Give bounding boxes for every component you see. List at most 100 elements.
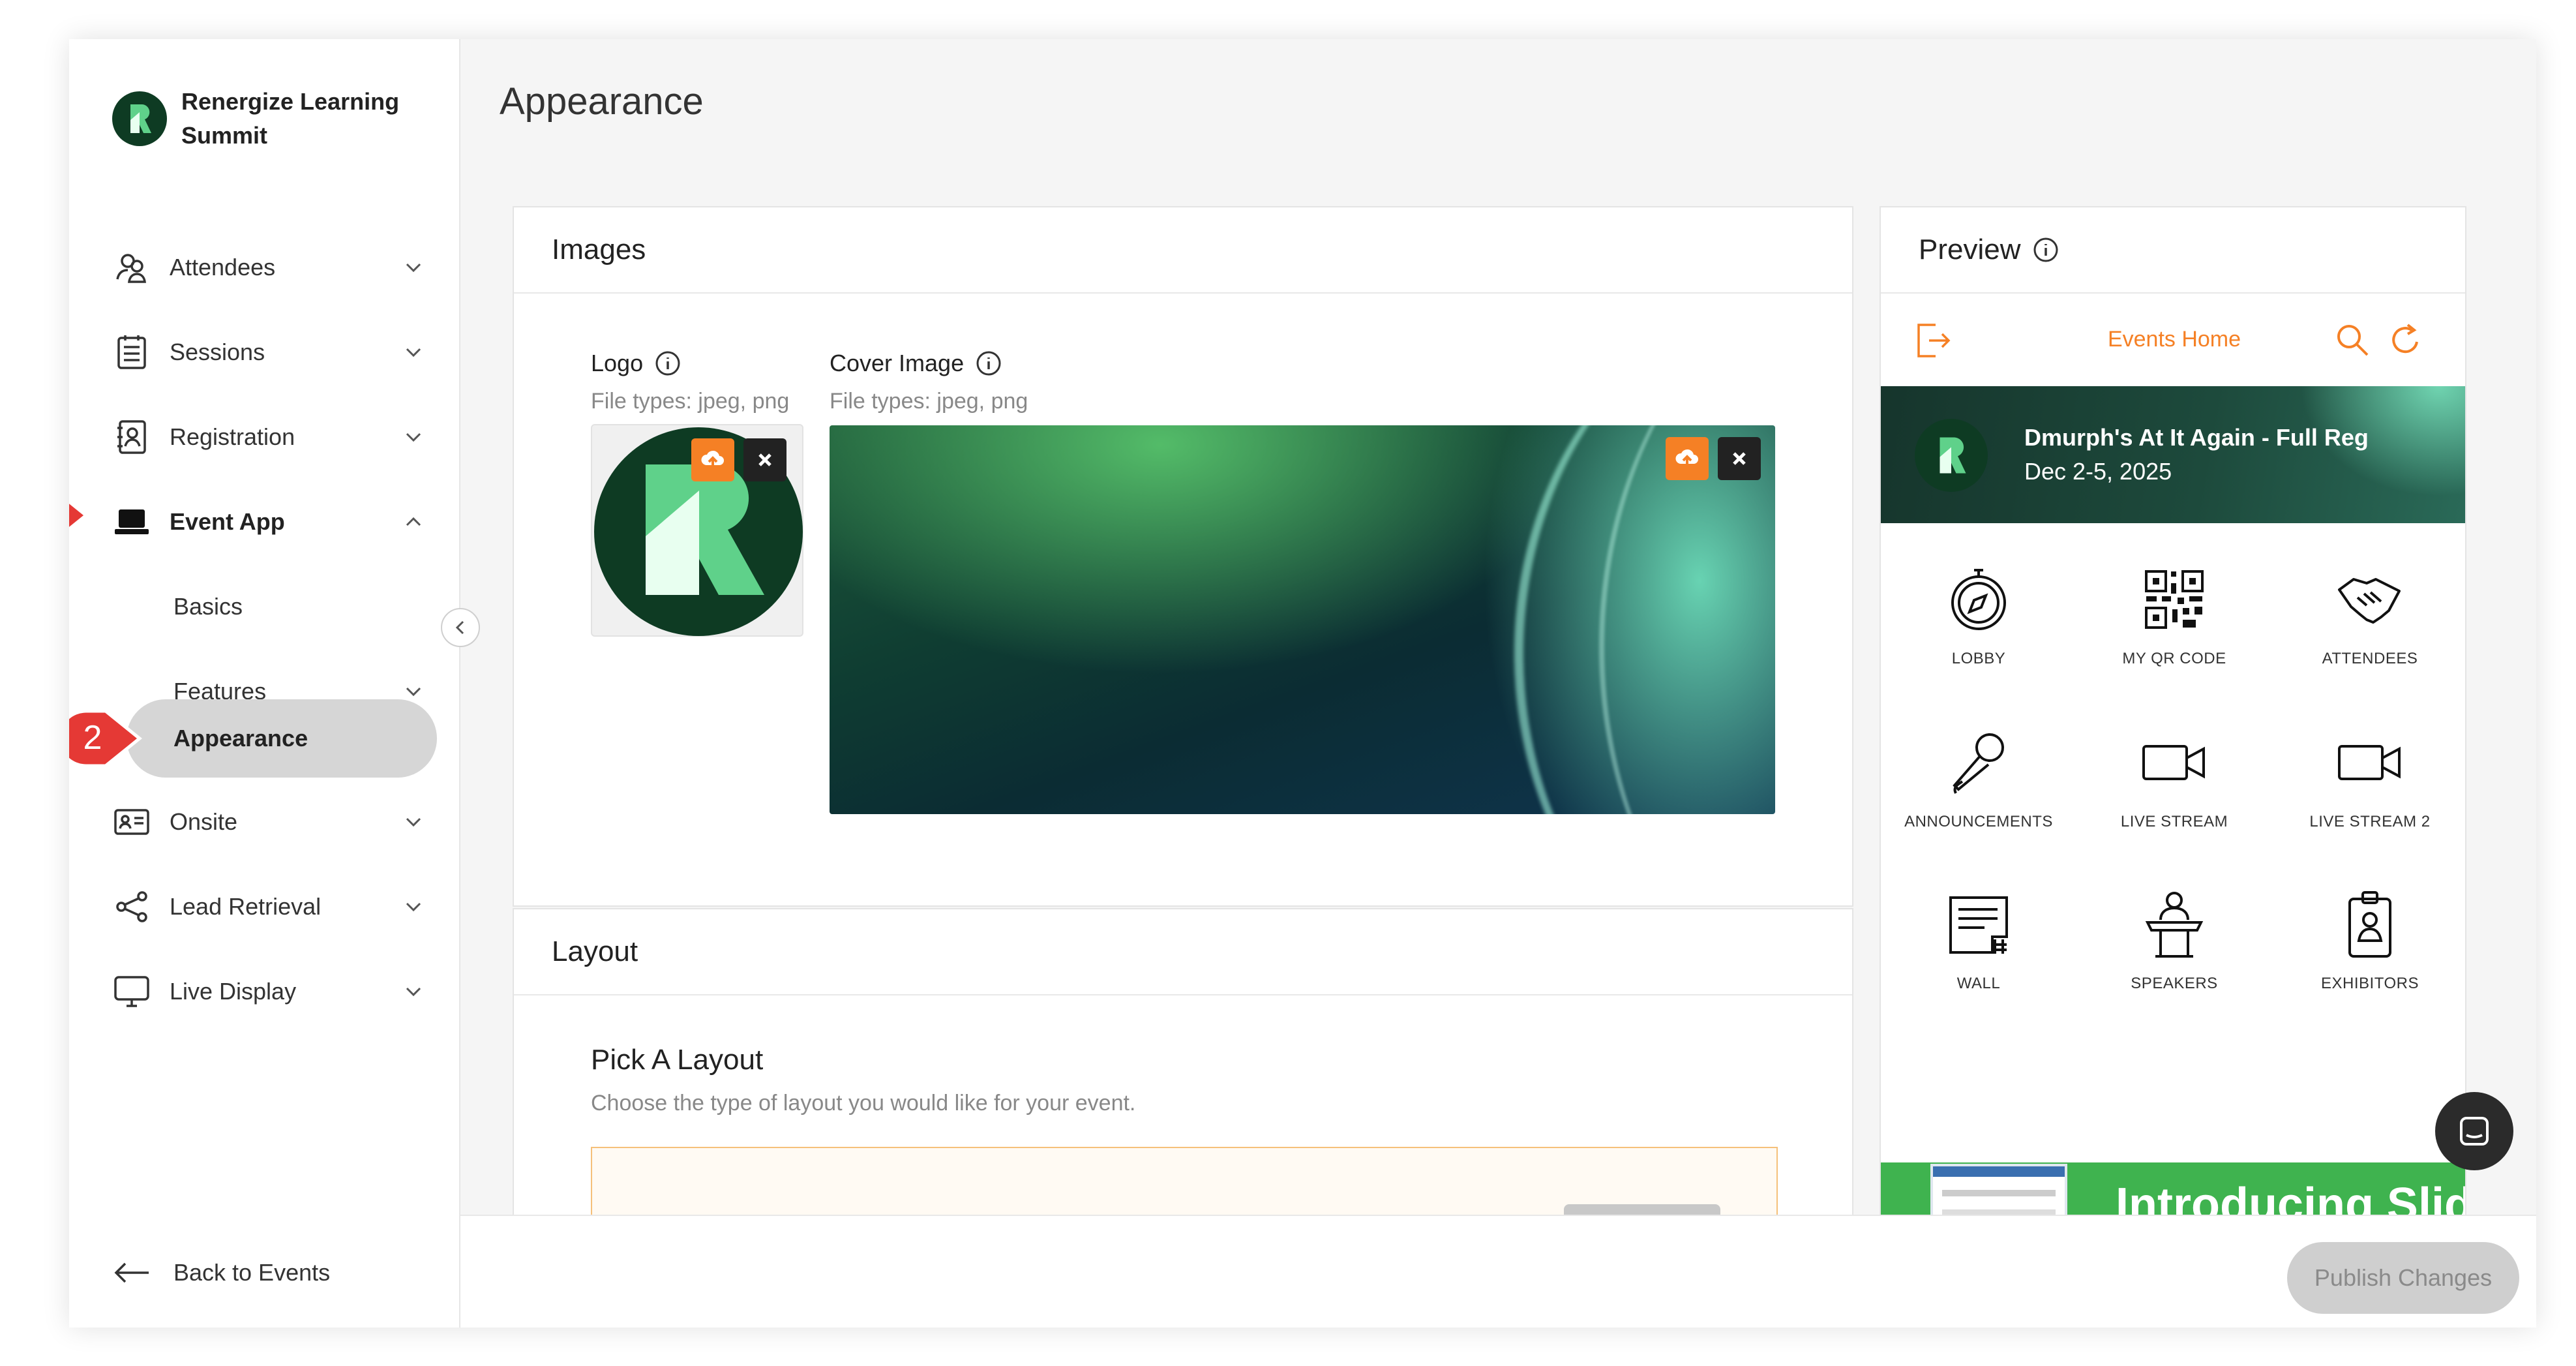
cover-image-label: Cover Image: [830, 350, 1002, 377]
chevron-down-icon[interactable]: [402, 341, 425, 364]
chat-icon: [2460, 1117, 2489, 1146]
preview-heading-text: Preview: [1919, 234, 2021, 266]
sidebar-subitem-appearance[interactable]: Appearance: [173, 712, 308, 765]
pick-layout-subtitle: Choose the type of layout you would like…: [591, 1091, 1136, 1116]
monitor-icon: [112, 972, 151, 1011]
share-icon: [112, 887, 151, 926]
sidebar-item-registration[interactable]: Registration: [112, 411, 425, 463]
layout-card-heading: Layout: [514, 909, 1852, 995]
step-badge-2: 2: [69, 709, 142, 768]
sidebar-item-event-app[interactable]: Event App: [112, 496, 425, 548]
publish-changes-button[interactable]: Publish Changes: [2287, 1242, 2519, 1314]
sidebar: Renergize Learning Summit Attendees Sess…: [69, 39, 460, 1328]
upload-cover-button[interactable]: [1666, 437, 1709, 480]
tile-my-qr-code[interactable]: MY QR CODE: [2076, 564, 2272, 714]
info-icon[interactable]: [976, 350, 1002, 376]
logo-label-text: Logo: [591, 350, 644, 376]
brand-name: Renergize Learning Summit: [181, 88, 400, 149]
cover-file-types: File types: jpeg, png: [830, 389, 1028, 414]
back-to-events-label: Back to Events: [173, 1259, 331, 1286]
tile-wall[interactable]: WALL: [1881, 888, 2076, 1039]
cloud-upload-icon: [701, 450, 724, 468]
tile-label: WALL: [1956, 975, 2001, 992]
close-icon: [758, 453, 771, 466]
sidebar-item-label: Registration: [170, 423, 295, 450]
sidebar-item-label: Attendees: [170, 254, 276, 281]
sidebar-item-label: Onsite: [170, 808, 238, 835]
chevron-down-icon[interactable]: [402, 980, 425, 1003]
tile-attendees[interactable]: ATTENDEES: [2272, 564, 2465, 714]
attendees-icon: [112, 248, 151, 287]
tile-live-stream[interactable]: LIVE STREAM: [2076, 727, 2272, 877]
tile-label: LIVE STREAM 2: [2309, 813, 2431, 830]
tile-live-stream-2[interactable]: LIVE STREAM 2: [2272, 727, 2465, 877]
app-title: Events Home: [2107, 326, 2241, 352]
footer-bar: [460, 1215, 2536, 1328]
app-header: Events Home: [1881, 295, 2465, 384]
arrow-left-icon: [114, 1262, 149, 1283]
collapse-sidebar-button[interactable]: [441, 608, 480, 647]
sidebar-item-live-display[interactable]: Live Display: [112, 965, 425, 1018]
page-title: Appearance: [500, 80, 704, 123]
tile-exhibitors[interactable]: EXHIBITORS: [2272, 888, 2465, 1039]
tile-announcements[interactable]: ANNOUNCEMENTS: [1881, 727, 2076, 877]
preview-panel: Preview Events Home Dmurph's At It Again…: [1880, 206, 2466, 1328]
app-window: Renergize Learning Summit Attendees Sess…: [69, 39, 2536, 1328]
chevron-down-icon[interactable]: [402, 895, 425, 918]
brand-logo: [112, 91, 167, 146]
chevron-down-icon[interactable]: [402, 810, 425, 834]
cover-image-label-text: Cover Image: [830, 350, 965, 376]
step-badge-number: 2: [83, 719, 102, 757]
tile-label: LIVE STREAM: [2120, 813, 2228, 830]
compass-icon: [1951, 569, 2006, 630]
remove-logo-button[interactable]: [743, 438, 786, 481]
sidebar-subitem-label: Appearance: [173, 725, 308, 751]
refresh-icon[interactable]: [2387, 321, 2423, 360]
images-card-heading: Images: [514, 207, 1852, 294]
step-badge-1: 1: [69, 499, 89, 532]
microphone-icon: [1953, 733, 2004, 794]
back-to-events-link[interactable]: Back to Events: [112, 1259, 330, 1286]
sidebar-item-lead-retrieval[interactable]: Lead Retrieval: [112, 881, 425, 933]
info-icon[interactable]: [2033, 237, 2059, 263]
tile-label: ANNOUNCEMENTS: [1904, 813, 2053, 830]
remove-cover-button[interactable]: [1718, 437, 1761, 480]
sidebar-item-onsite[interactable]: Onsite: [112, 796, 425, 848]
registration-icon: [112, 417, 151, 457]
search-icon[interactable]: [2335, 322, 2371, 359]
logout-icon[interactable]: [1913, 321, 1953, 360]
chevron-up-icon[interactable]: [402, 510, 425, 534]
upload-logo-button[interactable]: [691, 438, 734, 481]
sidebar-subitem-label: Basics: [173, 593, 243, 620]
event-name: Dmurph's At It Again - Full Reg: [2024, 424, 2369, 451]
sessions-icon: [112, 333, 151, 372]
sidebar-item-sessions[interactable]: Sessions: [112, 326, 425, 378]
chevron-left-icon: [455, 620, 464, 635]
event-logo: [1915, 419, 1988, 492]
tile-label: SPEAKERS: [2131, 975, 2218, 992]
tile-label: EXHIBITORS: [2321, 975, 2419, 992]
laptop-icon: [112, 502, 151, 541]
id-card-icon: [112, 802, 151, 842]
video-camera-icon: [2142, 745, 2205, 780]
logo-file-types: File types: jpeg, png: [591, 389, 790, 414]
handshake-icon: [2338, 578, 2401, 624]
chevron-down-icon[interactable]: [402, 425, 425, 449]
chevron-down-icon[interactable]: [402, 256, 425, 279]
preview-heading: Preview: [1881, 207, 2465, 294]
close-icon: [1733, 452, 1746, 465]
sidebar-item-attendees[interactable]: Attendees: [112, 241, 425, 294]
tile-lobby[interactable]: LOBBY: [1881, 564, 2076, 714]
tile-speakers[interactable]: SPEAKERS: [2076, 888, 2272, 1039]
sidebar-item-label: Lead Retrieval: [170, 893, 322, 920]
chat-button[interactable]: [2435, 1092, 2513, 1170]
info-icon[interactable]: [655, 350, 681, 376]
sidebar-subitem-basics[interactable]: Basics: [173, 581, 243, 633]
cloud-upload-icon: [1675, 449, 1698, 466]
wall-post-icon: [1949, 896, 2008, 954]
logo-preview: [591, 424, 803, 637]
logo-label: Logo: [591, 350, 681, 377]
brand[interactable]: Renergize Learning Summit: [112, 85, 403, 153]
cover-image-preview: [830, 425, 1775, 814]
event-dates: Dec 2-5, 2025: [2024, 458, 2172, 485]
